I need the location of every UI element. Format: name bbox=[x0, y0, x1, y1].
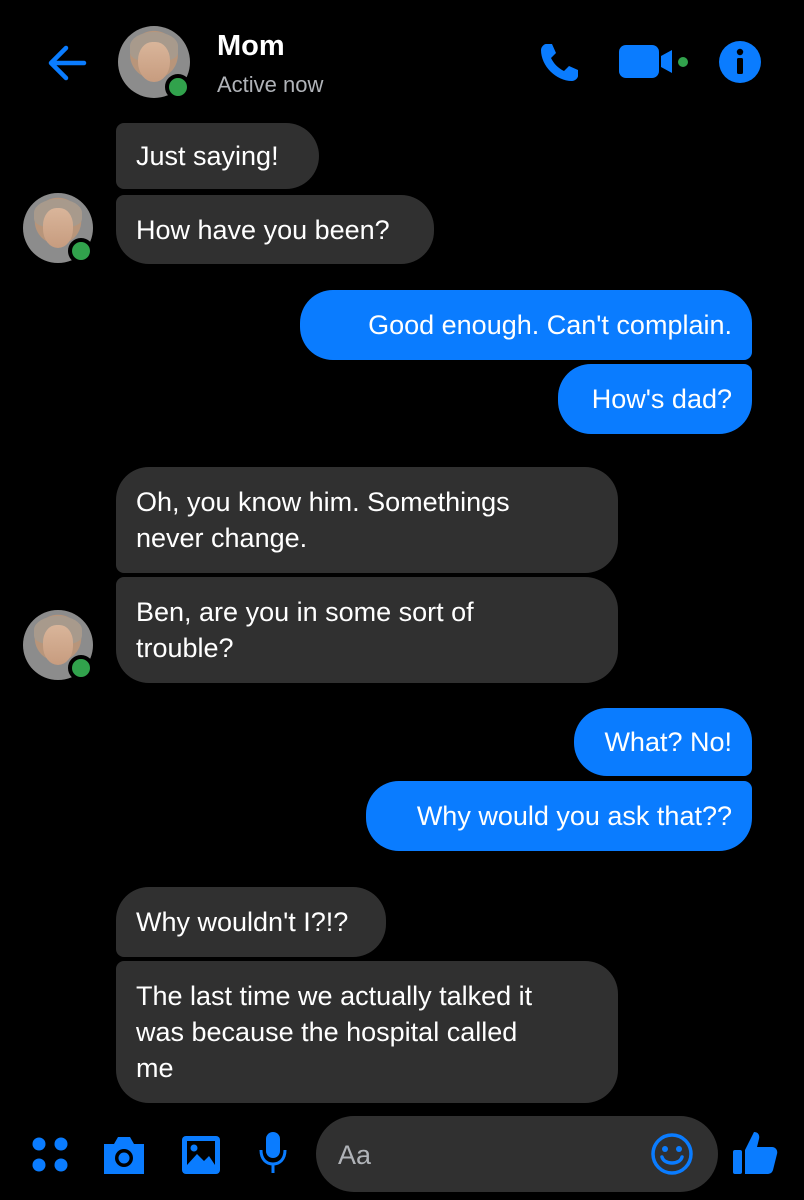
online-indicator bbox=[165, 74, 191, 100]
contact-name[interactable]: Mom bbox=[217, 30, 285, 63]
message-incoming[interactable]: The last time we actually talked it was … bbox=[116, 961, 618, 1103]
voice-message-button[interactable] bbox=[258, 1130, 288, 1176]
avatar-face bbox=[42, 208, 74, 248]
thumbs-up-icon bbox=[733, 1132, 778, 1174]
arrow-left-icon bbox=[48, 45, 87, 81]
avatar-face bbox=[138, 41, 170, 83]
phone-icon bbox=[541, 44, 578, 81]
message-outgoing[interactable]: Why would you ask that?? bbox=[366, 781, 752, 851]
video-camera-icon bbox=[619, 45, 688, 78]
active-status: Active now bbox=[217, 72, 324, 97]
message-outgoing[interactable]: Good enough. Can't complain. bbox=[300, 290, 752, 360]
message-incoming[interactable]: Oh, you know him. Somethings never chang… bbox=[116, 467, 618, 573]
apps-icon bbox=[32, 1137, 68, 1172]
like-button[interactable] bbox=[730, 1128, 780, 1178]
message-input[interactable] bbox=[336, 1116, 640, 1194]
online-indicator bbox=[68, 655, 94, 681]
message-composer[interactable] bbox=[316, 1116, 718, 1194]
message-outgoing[interactable]: What? No! bbox=[574, 708, 752, 776]
call-button[interactable] bbox=[536, 38, 584, 86]
avatar-face bbox=[42, 625, 74, 665]
message-outgoing[interactable]: How's dad? bbox=[558, 364, 752, 434]
message-incoming[interactable]: Just saying! bbox=[116, 123, 319, 189]
camera-button[interactable] bbox=[100, 1134, 148, 1176]
emoji-button[interactable] bbox=[650, 1132, 694, 1176]
apps-button[interactable] bbox=[30, 1134, 70, 1174]
online-indicator bbox=[68, 238, 94, 264]
camera-icon bbox=[104, 1137, 144, 1174]
message-incoming[interactable]: Why wouldn't I?!? bbox=[116, 887, 386, 957]
back-button[interactable] bbox=[44, 40, 90, 86]
gallery-button[interactable] bbox=[180, 1134, 222, 1176]
video-call-button[interactable] bbox=[618, 42, 692, 82]
gallery-icon bbox=[182, 1136, 220, 1174]
emoji-icon bbox=[651, 1133, 693, 1175]
message-incoming[interactable]: How have you been? bbox=[116, 195, 434, 264]
info-button[interactable] bbox=[718, 40, 762, 84]
message-incoming[interactable]: Ben, are you in some sort of trouble? bbox=[116, 577, 618, 683]
microphone-icon bbox=[259, 1132, 287, 1173]
info-icon bbox=[719, 41, 761, 83]
